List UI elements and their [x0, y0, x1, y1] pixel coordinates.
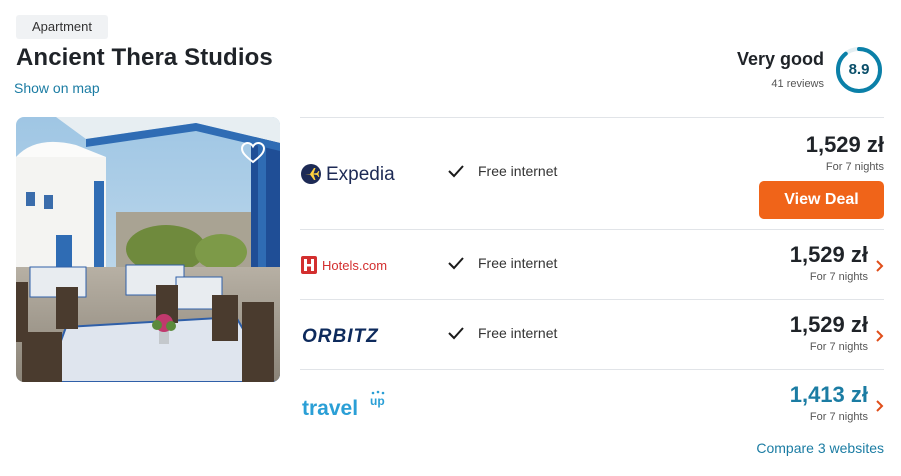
price: 1,529 zł [789, 312, 868, 337]
svg-text:Hotels.com: Hotels.com [322, 258, 387, 273]
offer-row-expedia[interactable]: Expedia Free internet 1,529 zł For 7 nig… [300, 117, 884, 229]
expedia-logo: Expedia [300, 162, 396, 191]
review-count[interactable]: 41 reviews [771, 78, 824, 90]
offer-row-hotels[interactable]: Hotels.com Free internet 1,529 zł For 7 … [300, 229, 884, 299]
check-icon [448, 165, 464, 178]
check-icon [448, 257, 464, 270]
svg-text:ORBITZ: ORBITZ [302, 326, 379, 346]
amenity-label: Free internet [478, 325, 558, 341]
rating-label: Very good [736, 49, 824, 69]
rating-score-badge: 8.9 [835, 46, 883, 94]
nights-label: For 7 nights [809, 271, 868, 283]
nights-label: For 7 nights [809, 411, 868, 423]
svg-text:travel: travel [302, 397, 358, 420]
price-block: 1,529 zł For 7 nights [806, 132, 884, 173]
offer-row-travelup[interactable]: travel up 1,413 zł For 7 nights [300, 369, 884, 439]
price: 1,529 zł [805, 132, 884, 157]
price: 1,413 zł [789, 382, 868, 407]
amenity-free-internet: Free internet [447, 255, 557, 271]
chevron-right-icon[interactable] [874, 329, 884, 343]
property-type-badge: Apartment [16, 15, 108, 39]
price-block: 1,413 zł For 7 nights [790, 382, 868, 423]
price-block: 1,529 zł For 7 nights [790, 312, 868, 353]
amenity-label: Free internet [478, 255, 558, 271]
property-photo[interactable] [16, 117, 280, 382]
svg-text:up: up [370, 394, 385, 408]
property-title: Ancient Thera Studios [16, 44, 273, 71]
orbitz-logo: ORBITZ [300, 324, 396, 351]
travelup-logo: travel up [300, 388, 396, 425]
check-icon [448, 327, 464, 340]
heart-outline-icon[interactable] [240, 141, 266, 165]
price-block: 1,529 zł For 7 nights [790, 242, 868, 283]
show-on-map-link[interactable]: Show on map [14, 80, 100, 96]
offer-row-orbitz[interactable]: ORBITZ Free internet 1,529 zł For 7 nigh… [300, 299, 884, 369]
compare-websites-link[interactable]: Compare 3 websites [756, 440, 884, 456]
amenity-free-internet: Free internet [447, 163, 557, 179]
amenity-free-internet: Free internet [447, 325, 557, 341]
chevron-right-icon[interactable] [874, 259, 884, 273]
rating-score: 8.9 [848, 61, 870, 78]
nights-label: For 7 nights [825, 161, 884, 173]
view-deal-button[interactable]: View Deal [759, 181, 884, 219]
chevron-right-icon[interactable] [874, 399, 884, 413]
nights-label: For 7 nights [809, 341, 868, 353]
amenity-label: Free internet [478, 163, 558, 179]
svg-text:Expedia: Expedia [326, 164, 395, 185]
price: 1,529 zł [789, 242, 868, 267]
offer-list: Expedia Free internet 1,529 zł For 7 nig… [300, 117, 884, 439]
hotels-com-logo: Hotels.com [300, 254, 396, 281]
